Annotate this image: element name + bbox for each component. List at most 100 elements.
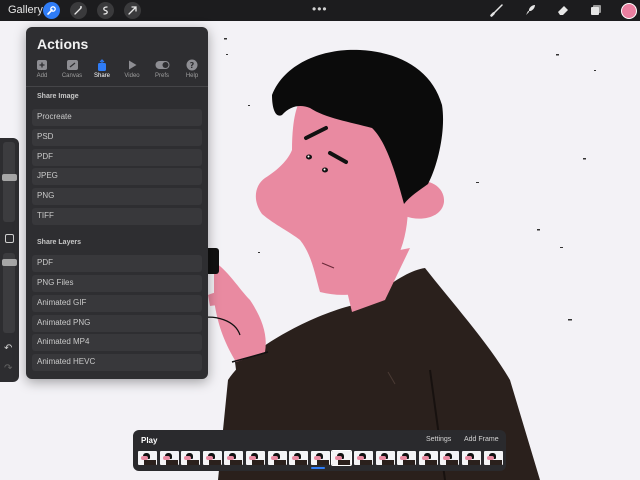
magic-wand-icon[interactable] [70,2,87,19]
tab-help[interactable]: ? Help [177,58,207,79]
frame-thumbnail[interactable] [138,451,157,465]
current-frame-indicator [311,467,325,469]
actions-popover: Actions Add Canvas Share Video Prefs ? H… [26,27,208,379]
frame-thumbnail[interactable] [483,451,503,465]
share-image-jpeg[interactable]: JPEG [32,168,202,185]
share-layers-animated-gif[interactable]: Animated GIF [32,295,202,312]
frame-thumbnail[interactable] [354,451,373,465]
share-layers-png-files[interactable]: PNG Files [32,275,202,292]
frame-thumbnail[interactable] [202,451,222,465]
thumb-body [403,460,416,465]
row-label: PDF [37,258,53,267]
frame-thumbnail[interactable] [375,451,395,465]
smudge-icon[interactable] [523,3,537,22]
thumb-body [252,460,264,465]
play-button[interactable]: Play [141,436,157,445]
tab-label: Share [93,73,110,79]
row-label: PDF [37,152,53,161]
svg-text:?: ? [190,61,195,70]
tab-label: Prefs [154,73,169,79]
share-image-png[interactable]: PNG [32,188,202,205]
row-label: Procreate [37,112,72,121]
video-icon [117,58,147,72]
timeline-settings-button[interactable]: Settings [426,436,451,443]
thumb-body [424,460,437,465]
share-image-procreate[interactable]: Procreate [32,109,202,126]
frame-thumbnail[interactable] [181,451,201,465]
row-label: PSD [37,132,54,141]
share-icon [87,58,117,72]
tab-label: Help [185,73,199,79]
thumb-body [187,460,200,465]
row-label: Animated HEVC [37,357,96,366]
share-image-psd[interactable]: PSD [32,129,202,146]
opacity-handle[interactable] [2,259,17,266]
wrench-icon[interactable] [43,2,60,19]
more-menu-icon[interactable]: ••• [312,2,328,16]
row-label: Animated GIF [37,298,87,307]
row-label: JPEG [37,171,58,180]
thumb-body [165,460,178,465]
frame-thumbnail[interactable] [397,451,417,465]
eraser-icon[interactable] [556,3,570,22]
tab-label: Add [36,73,48,79]
row-label: TIFF [37,211,54,220]
share-image-tiff[interactable]: TIFF [32,208,202,225]
share-layers-pdf[interactable]: PDF [32,255,202,272]
share-layers-animated-mp4[interactable]: Animated MP4 [32,334,202,351]
thumb-body [230,460,243,465]
divider [26,86,208,87]
frame-thumbnail[interactable] [289,451,309,465]
frame-thumbnail[interactable] [331,450,353,466]
brush-icon[interactable] [490,3,504,22]
frame-thumbnail[interactable] [159,451,179,465]
thumb-body [381,460,394,465]
tab-canvas[interactable]: Canvas [57,58,87,79]
color-swatch-button[interactable] [621,3,637,19]
tab-label: Canvas [61,73,83,79]
layers-icon[interactable] [589,3,603,22]
add-frame-button[interactable]: Add Frame [464,436,499,443]
thumb-body [208,460,221,465]
frame-thumbnail[interactable] [440,451,460,465]
selection-icon[interactable] [97,2,114,19]
thumb-body [468,460,480,465]
toggle-icon [147,58,177,72]
frame-thumbnail[interactable] [267,451,287,465]
tab-add[interactable]: Add [27,58,57,79]
tab-video[interactable]: Video [117,58,147,79]
share-image-heading: Share Image [37,93,79,100]
brush-size-handle[interactable] [2,174,17,181]
share-layers-animated-png[interactable]: Animated PNG [32,315,202,332]
brush-size-slider[interactable] [3,142,15,222]
tab-prefs[interactable]: Prefs [147,58,177,79]
thumb-body [360,460,372,465]
frame-thumbnail[interactable] [310,451,330,465]
transform-arrow-icon[interactable] [124,2,141,19]
row-label: PNG Files [37,278,74,287]
left-sidebar: ↶ ↷ [0,138,19,382]
tab-share[interactable]: Share [87,58,117,79]
undo-icon[interactable]: ↶ [4,343,12,354]
modify-button[interactable] [5,234,14,243]
frame-thumbnail[interactable] [418,451,438,465]
row-label: Animated PNG [37,318,91,327]
share-layers-heading: Share Layers [37,239,81,246]
thumb-body [489,460,502,465]
share-layers-animated-hevc[interactable]: Animated HEVC [32,354,202,371]
frame-thumbnail[interactable] [224,451,244,465]
share-image-pdf[interactable]: PDF [32,149,202,166]
add-icon [27,58,57,72]
thumb-body [338,460,351,465]
gallery-button[interactable]: Gallery [8,4,43,16]
thumb-body [273,460,286,465]
canvas-icon [57,58,87,72]
tab-label: Video [124,73,140,79]
thumb-body [295,460,308,465]
thumb-body [446,460,459,465]
frame-thumbnail[interactable] [246,451,265,465]
popover-title: Actions [37,36,89,52]
redo-icon[interactable]: ↷ [4,363,12,374]
thumb-body [316,460,329,465]
frame-thumbnail[interactable] [462,451,481,465]
